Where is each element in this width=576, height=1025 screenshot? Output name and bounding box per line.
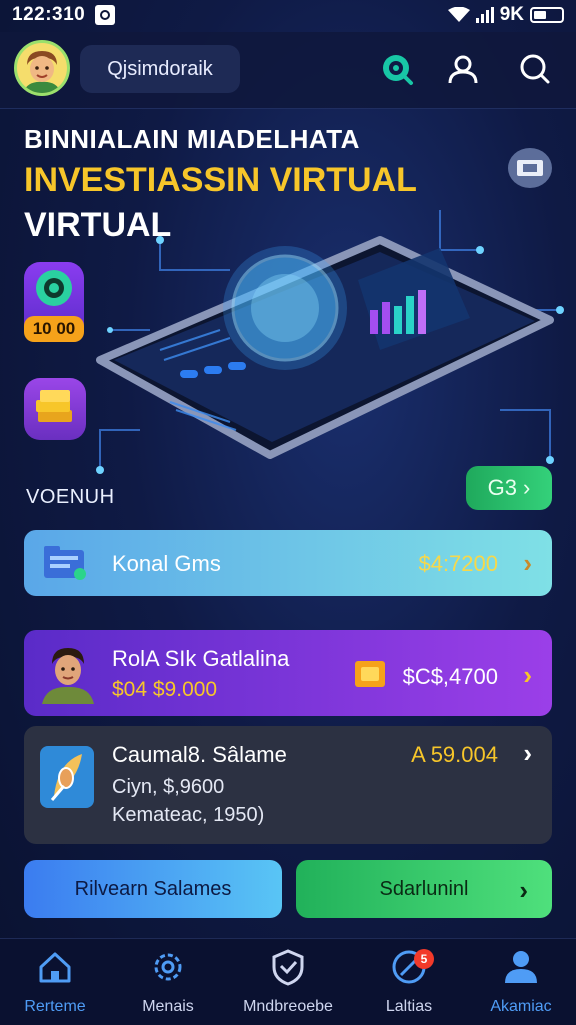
card-2-subvalue: $04 $9.000 bbox=[112, 678, 218, 701]
nav-label-shield: Mndbreoebe bbox=[243, 998, 333, 1015]
ticket-icon[interactable] bbox=[508, 148, 552, 188]
nav-label-settings: Menais bbox=[142, 998, 194, 1015]
chevron-right-icon: › bbox=[523, 738, 532, 768]
nav-item-stats[interactable]: 5 Laltias bbox=[354, 947, 464, 1023]
status-bar: 122:310 9K bbox=[0, 0, 576, 30]
right-action-button[interactable]: Sdarluninl › bbox=[296, 860, 552, 918]
phone-hologram-illustration bbox=[96, 210, 564, 474]
nav-item-settings[interactable]: Menais bbox=[113, 947, 223, 1023]
card-1-value: $4:7200 bbox=[418, 551, 498, 576]
left-action-label: Rilvearn Salames bbox=[74, 877, 232, 900]
asset-card-2[interactable]: RolA SIk Gatlalina $04 $9.000 $C$,4700 › bbox=[24, 630, 552, 716]
feather-token-icon bbox=[40, 746, 94, 808]
go-button-label: G3 bbox=[487, 475, 518, 500]
shield-icon bbox=[272, 949, 304, 986]
nav-label-home: Rerteme bbox=[24, 998, 86, 1015]
side-coin-widget[interactable]: 10 00 bbox=[24, 262, 84, 342]
nav-item-account[interactable]: Akamiac bbox=[466, 947, 576, 1023]
avatar[interactable] bbox=[14, 40, 70, 96]
card-2-value: $C$,4700 bbox=[402, 664, 498, 689]
nav-item-shield[interactable]: Mndbreoebe bbox=[233, 947, 343, 1023]
username-chip[interactable]: Qjsimdoraik bbox=[80, 45, 240, 93]
nav-label-account: Akamiac bbox=[490, 998, 552, 1015]
nav-item-home[interactable]: Rerteme bbox=[0, 947, 110, 1023]
asset-card-1[interactable]: Konal Gms $4:7200 › bbox=[24, 530, 552, 596]
section-label: VOENUH bbox=[26, 486, 115, 508]
person-icon bbox=[505, 951, 537, 983]
search-icon[interactable] bbox=[518, 52, 552, 86]
chevron-right-icon: › bbox=[519, 875, 528, 905]
person-avatar-icon bbox=[42, 648, 94, 704]
target-icon[interactable] bbox=[380, 52, 414, 86]
avatar-face-icon bbox=[17, 43, 67, 93]
notification-app-icon bbox=[95, 5, 115, 25]
bottom-navigation: Rerteme Menais Mndbreoebe 5 Laltias Akam… bbox=[0, 938, 576, 1025]
battery-text: 9K bbox=[499, 4, 524, 25]
folder-icon bbox=[44, 546, 86, 580]
gold-bar-icon bbox=[355, 661, 385, 687]
left-action-button[interactable]: Rilvearn Salames bbox=[24, 860, 282, 918]
chevron-right-icon: › bbox=[523, 475, 531, 500]
asset-card-3[interactable]: Caumal8. Sâlame Ciyn, $,9600 Kemateac, 1… bbox=[24, 726, 552, 844]
go-button[interactable]: G3 › bbox=[466, 466, 552, 510]
status-right-group: 9K bbox=[447, 4, 564, 26]
side-stack-widget[interactable] bbox=[24, 378, 86, 440]
card-3-title: Caumal8. Sâlame bbox=[112, 742, 287, 767]
nav-label-stats: Laltias bbox=[385, 998, 433, 1015]
coin-icon bbox=[36, 270, 72, 306]
hero-title-line1: BINNIALAIN MIADELHATA bbox=[24, 124, 360, 154]
top-app-bar: Qjsimdoraik bbox=[0, 32, 576, 109]
user-icon[interactable] bbox=[446, 52, 480, 86]
card-1-title: Konal Gms bbox=[112, 551, 221, 576]
card-3-value: A 59.004 bbox=[411, 742, 498, 767]
chevron-right-icon: › bbox=[523, 660, 532, 690]
signal-icon bbox=[475, 7, 494, 23]
wifi-icon bbox=[447, 7, 470, 22]
notification-badge: 5 bbox=[414, 949, 434, 969]
status-time: 122:310 bbox=[12, 4, 86, 25]
card-2-title: RolA SIk Gatlalina bbox=[112, 646, 290, 671]
gold-stack-icon bbox=[36, 390, 72, 422]
card-3-line2: Ciyn, $,9600 bbox=[112, 776, 225, 798]
right-action-label: Sdarluninl bbox=[379, 877, 469, 900]
chevron-right-icon: › bbox=[523, 548, 532, 578]
battery-icon bbox=[530, 7, 564, 23]
side-coin-badge: 10 00 bbox=[24, 316, 84, 342]
home-icon bbox=[39, 952, 71, 983]
card-3-line3: Kemateac, 1950) bbox=[112, 804, 265, 826]
gear-icon bbox=[154, 953, 182, 981]
